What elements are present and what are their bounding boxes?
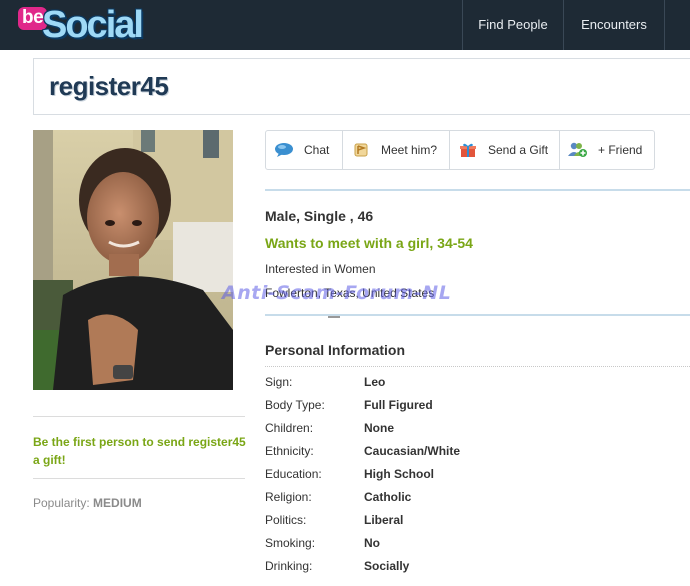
send-gift-button[interactable]: Send a Gift: [450, 131, 560, 169]
profile-photo-image: [33, 130, 233, 390]
gift-prompt[interactable]: Be the first person to send register45 a…: [33, 433, 248, 469]
watermark-text: Anti-Scam-Forum-NL: [222, 282, 452, 304]
popularity-indicator: Popularity: MEDIUM: [33, 496, 142, 510]
popularity-value: MEDIUM: [93, 496, 142, 510]
left-divider: [33, 478, 245, 479]
nav-encounters[interactable]: Encounters: [564, 0, 664, 50]
info-label: Sign:: [265, 375, 293, 389]
gift-icon: [458, 141, 478, 159]
info-label: Religion:: [265, 490, 312, 504]
profile-looking-for: Wants to meet with a girl, 34-54: [265, 235, 473, 251]
info-label: Children:: [265, 421, 314, 435]
info-value: Full Figured: [364, 398, 433, 412]
meet-him-button[interactable]: Meet him?: [343, 131, 450, 169]
section-divider: [265, 189, 690, 191]
info-value: No: [364, 536, 380, 550]
chat-bubble-icon: [274, 141, 294, 159]
info-value: Socially: [364, 559, 410, 573]
meet-icon: [351, 141, 371, 159]
personal-info-heading: Personal Information: [265, 342, 406, 358]
popularity-label: Popularity:: [33, 496, 90, 510]
small-dash: [328, 316, 340, 318]
logo-social-text: Social: [42, 4, 144, 46]
info-label: Drinking:: [265, 559, 313, 573]
add-friend-icon: [568, 141, 588, 159]
info-label: Politics:: [265, 513, 307, 527]
info-value: Catholic: [364, 490, 412, 504]
nav-find-people[interactable]: Find People: [463, 0, 563, 50]
send-gift-label: Send a Gift: [488, 143, 549, 157]
profile-action-bar: Chat Meet him? Send a Gift + Friend: [265, 130, 655, 170]
meet-him-label: Meet him?: [381, 143, 438, 157]
left-divider: [33, 416, 245, 417]
info-label: Education:: [265, 467, 322, 481]
profile-username: register45: [49, 71, 169, 101]
info-value: None: [364, 421, 394, 435]
info-value: High School: [364, 467, 434, 481]
add-friend-label: + Friend: [598, 143, 643, 157]
profile-photo[interactable]: [33, 130, 233, 390]
add-friend-button[interactable]: + Friend: [560, 131, 654, 169]
profile-title-box: register45: [33, 58, 690, 115]
info-label: Body Type:: [265, 398, 325, 412]
info-value: Leo: [364, 375, 386, 389]
info-label: Ethnicity:: [265, 444, 314, 458]
info-value: Caucasian/White: [364, 444, 461, 458]
chat-label: Chat: [304, 143, 330, 157]
profile-interested-in: Interested in Women: [265, 262, 376, 276]
nav-divider: [664, 0, 665, 50]
heading-underline: [265, 366, 690, 367]
top-navigation-bar: be Social Find People Encounters: [0, 0, 690, 50]
info-label: Smoking:: [265, 536, 316, 550]
chat-button[interactable]: Chat: [266, 131, 343, 169]
profile-summary: Male, Single , 46: [265, 208, 374, 224]
info-value: Liberal: [364, 513, 404, 527]
section-divider: [265, 314, 690, 316]
